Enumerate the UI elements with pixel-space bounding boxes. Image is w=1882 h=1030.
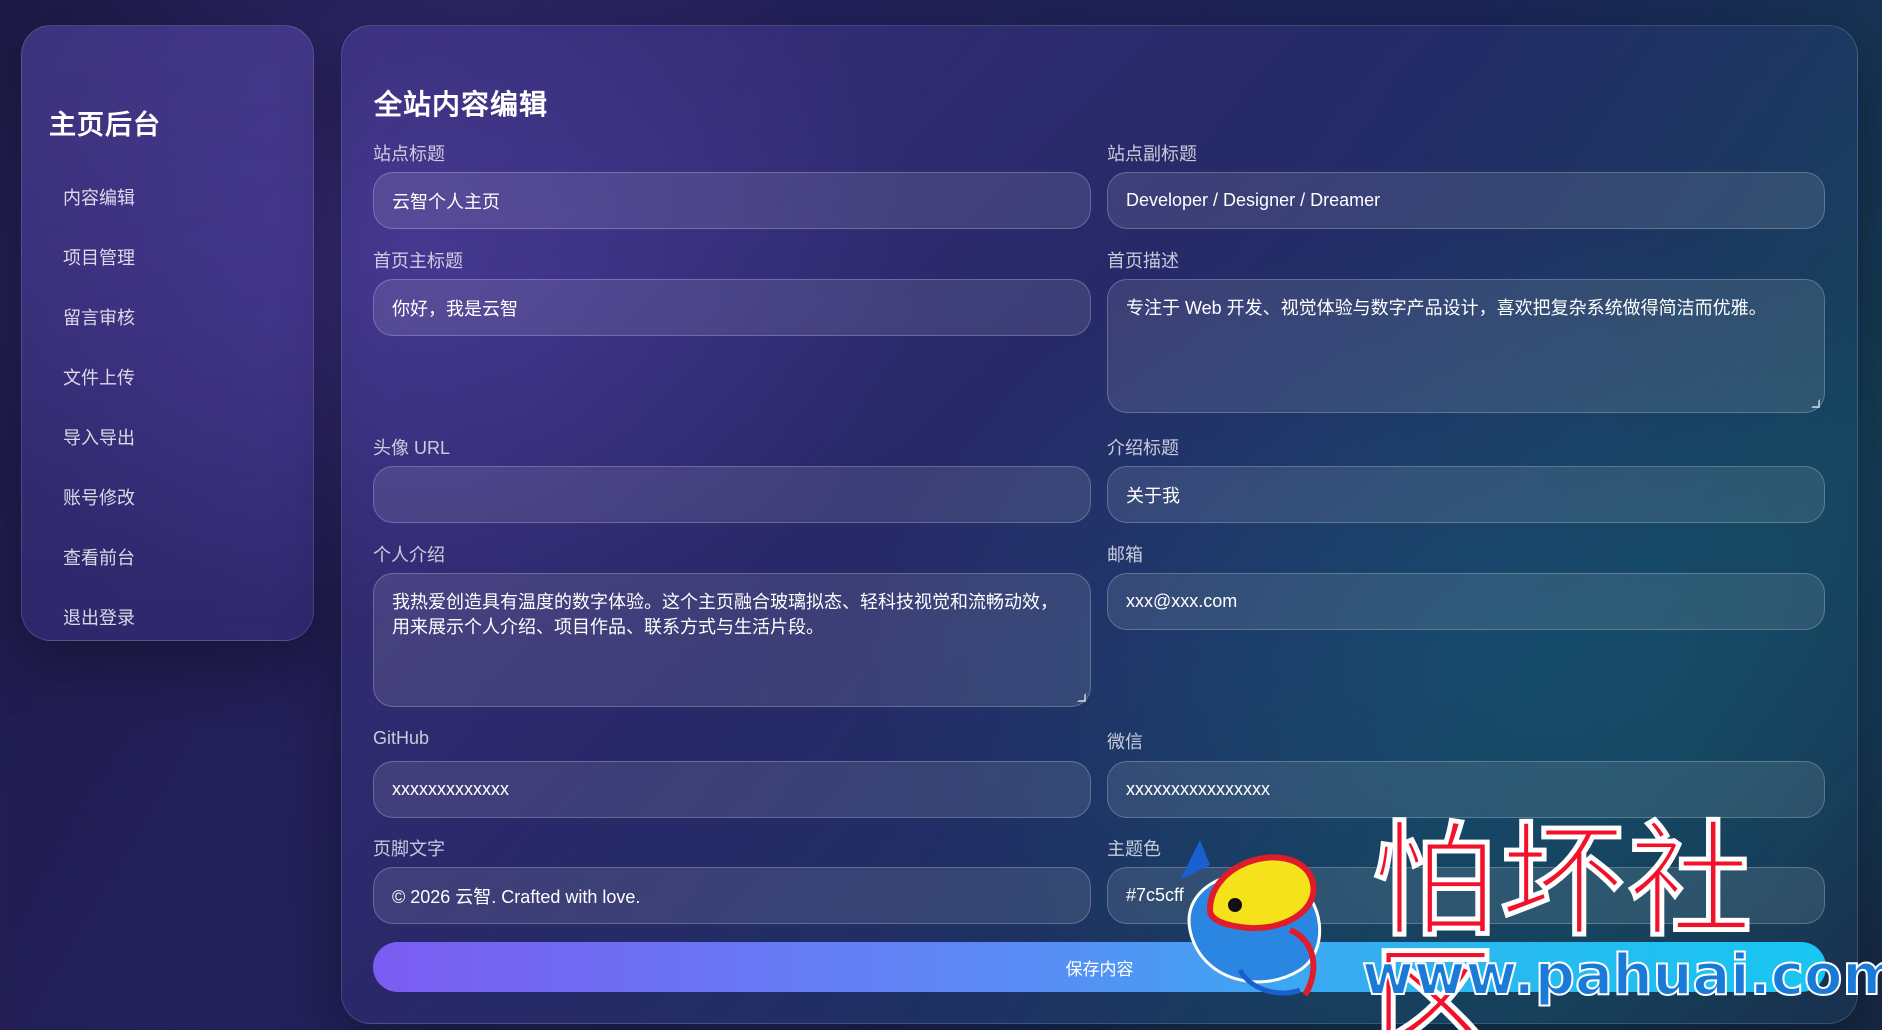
sidebar-nav: 内容编辑 项目管理 留言审核 文件上传 导入导出 账号修改 查看前台 退出登录 (63, 172, 135, 652)
github-label: GitHub (373, 728, 430, 748)
wechat-label: 微信 (1107, 732, 1143, 752)
email-value: xxx@xxx.com (1126, 591, 1238, 611)
home-title-label: 首页主标题 (373, 251, 463, 271)
sidebar-item-content-edit[interactable]: 内容编辑 (63, 172, 135, 232)
home-desc-label: 首页描述 (1107, 251, 1179, 271)
email-input[interactable]: xxx@xxx.com (1107, 573, 1825, 630)
email-label: 邮箱 (1107, 545, 1143, 565)
footer-label: 页脚文字 (373, 839, 445, 859)
sidebar-item-logout[interactable]: 退出登录 (63, 592, 135, 652)
sidebar-item-projects[interactable]: 项目管理 (63, 232, 135, 292)
site-subtitle-input[interactable]: Developer / Designer / Dreamer (1107, 172, 1825, 229)
intro-textarea[interactable]: 我热爱创造具有温度的数字体验。这个主页融合玻璃拟态、轻科技视觉和流畅动效，用来展… (373, 573, 1091, 707)
sidebar-item-messages[interactable]: 留言审核 (63, 292, 135, 352)
footer-value: © 2026 云智. Crafted with love. (392, 886, 641, 907)
home-title-input[interactable]: 你好，我是云智 (373, 279, 1091, 336)
avatar-url-input[interactable] (373, 466, 1091, 523)
intro-value: 我热爱创造具有温度的数字体验。这个主页融合玻璃拟态、轻科技视觉和流畅动效，用来展… (392, 592, 1058, 637)
sidebar-title: 主页后台 (49, 110, 161, 140)
wechat-value: xxxxxxxxxxxxxxxx (1126, 779, 1270, 799)
sidebar-item-view-frontend[interactable]: 查看前台 (63, 532, 135, 592)
intro-label: 个人介绍 (373, 545, 445, 565)
home-desc-value: 专注于 Web 开发、视觉体验与数字产品设计，喜欢把复杂系统做得简洁而优雅。 (1126, 298, 1767, 318)
home-title-value: 你好，我是云智 (392, 298, 518, 319)
site-title-label: 站点标题 (373, 144, 445, 164)
sidebar-item-account[interactable]: 账号修改 (63, 472, 135, 532)
home-desc-textarea[interactable]: 专注于 Web 开发、视觉体验与数字产品设计，喜欢把复杂系统做得简洁而优雅。 (1107, 279, 1825, 413)
site-title-value: 云智个人主页 (392, 191, 500, 212)
sidebar-item-upload[interactable]: 文件上传 (63, 352, 135, 412)
github-value: xxxxxxxxxxxxx (392, 779, 509, 799)
sidebar-item-import-export[interactable]: 导入导出 (63, 412, 135, 472)
page-title: 全站内容编辑 (374, 89, 549, 120)
site-title-input[interactable]: 云智个人主页 (373, 172, 1091, 229)
intro-title-input[interactable]: 关于我 (1107, 466, 1825, 523)
site-subtitle-value: Developer / Designer / Dreamer (1126, 190, 1381, 210)
footer-input[interactable]: © 2026 云智. Crafted with love. (373, 867, 1091, 924)
site-subtitle-label: 站点副标题 (1107, 144, 1197, 164)
sidebar: 主页后台 内容编辑 项目管理 留言审核 文件上传 导入导出 账号修改 查看前台 … (21, 25, 314, 641)
github-input[interactable]: xxxxxxxxxxxxx (373, 761, 1091, 818)
resize-handle-icon[interactable] (1077, 693, 1086, 702)
watermark-fish-logo-icon (1180, 840, 1322, 997)
avatar-url-label: 头像 URL (373, 438, 451, 458)
intro-title-value: 关于我 (1126, 485, 1180, 506)
resize-handle-icon[interactable] (1811, 399, 1820, 408)
intro-title-label: 介绍标题 (1107, 438, 1179, 458)
watermark-url: www.pahuai.com (1361, 943, 1882, 1008)
